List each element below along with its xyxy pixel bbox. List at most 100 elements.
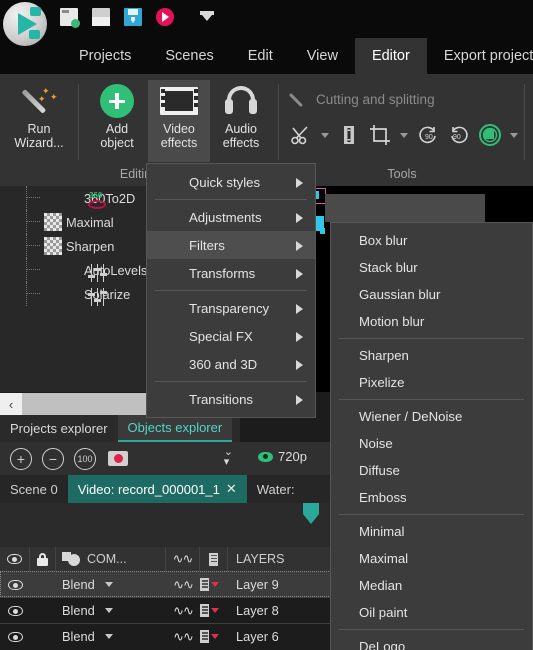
eye-icon[interactable] <box>7 631 23 642</box>
menu-separator <box>155 199 307 200</box>
scroll-left-button[interactable]: ‹ <box>0 393 22 415</box>
scene-tab-video-record[interactable]: Video: record_000001_1 ✕ <box>67 475 247 503</box>
submenu-item-oil-paint[interactable]: Oil paint <box>331 599 532 626</box>
save-project-icon[interactable] <box>124 8 142 26</box>
scissors-icon[interactable] <box>290 124 312 146</box>
menu-item-adjustments[interactable]: Adjustments <box>147 203 315 231</box>
zoom-in-button[interactable]: + <box>10 447 32 470</box>
tree-item-solarize[interactable]: Solarize <box>0 282 150 306</box>
submenu-item-emboss[interactable]: Emboss <box>331 484 532 511</box>
tab-projects[interactable]: Projects <box>62 38 148 74</box>
submenu-item-stack-blur[interactable]: Stack blur <box>331 254 532 281</box>
video-effects-label-2: effects <box>160 136 198 150</box>
waveform-icon: ∿∿ <box>172 551 194 566</box>
chevron-down-red-icon[interactable] <box>211 608 219 613</box>
add-object-button[interactable]: Add object <box>86 80 148 162</box>
tree-item-360to2d[interactable]: 360 360To2D <box>0 186 150 210</box>
submenu-item-noise[interactable]: Noise <box>331 430 532 457</box>
properties-icon[interactable] <box>200 604 209 617</box>
waveform-icon[interactable]: ∿∿ <box>173 629 194 645</box>
resolution-indicator[interactable]: 720p <box>258 449 307 464</box>
lock-icon[interactable] <box>37 552 48 566</box>
menu-item-label: Transparency <box>189 300 270 316</box>
tab-view[interactable]: View <box>290 38 355 74</box>
tree-item-sharpen[interactable]: Sharpen <box>0 234 150 258</box>
audio-effects-button[interactable]: Audio effects <box>210 80 272 162</box>
submenu-item-median[interactable]: Median <box>331 572 532 599</box>
zoom-100-button[interactable]: 100 <box>74 447 96 470</box>
chevron-down-icon[interactable] <box>104 582 113 587</box>
menu-item-filters[interactable]: Filters <box>147 231 315 259</box>
menu-item-360-and-3d[interactable]: 360 and 3D <box>147 350 315 378</box>
chevron-down-icon[interactable] <box>104 634 113 639</box>
crop-icon[interactable] <box>369 124 391 146</box>
waveform-icon[interactable]: ∿∿ <box>173 603 194 619</box>
tab-projects-explorer[interactable]: Projects explorer <box>0 415 118 442</box>
tab-editor[interactable]: Editor <box>354 38 427 74</box>
submenu-item-gaussian-blur[interactable]: Gaussian blur <box>331 281 532 308</box>
rotate-right-90-icon[interactable]: 90 <box>417 124 439 146</box>
add-object-label-1: Add <box>105 122 129 136</box>
rotate-left-90-icon[interactable]: 90 <box>448 124 470 146</box>
tab-edit[interactable]: Edit <box>231 38 290 74</box>
chevron-down-red-icon[interactable] <box>211 634 219 639</box>
cutting-and-splitting-button[interactable]: Cutting and splitting <box>288 90 435 108</box>
scene-tab-water[interactable]: Water: <box>247 475 305 503</box>
split-vertical-icon[interactable] <box>338 124 360 146</box>
submenu-separator <box>339 514 524 515</box>
properties-icon[interactable] <box>200 578 209 591</box>
playhead-marker[interactable] <box>303 503 319 525</box>
tab-export-project[interactable]: Export project <box>427 38 533 74</box>
tab-objects-explorer[interactable]: Objects explorer <box>117 415 233 442</box>
submenu-item-sharpen[interactable]: Sharpen <box>331 342 532 369</box>
snapshot-icon[interactable] <box>108 451 128 466</box>
tree-item-maximal[interactable]: Maximal <box>0 210 150 234</box>
submenu-item-wiener-denoise[interactable]: Wiener / DeNoise <box>331 403 532 430</box>
compose-column-label: COM... <box>87 552 127 566</box>
ribbon-divider-3 <box>524 84 525 160</box>
chevron-down-red-icon[interactable] <box>211 582 219 587</box>
new-project-icon[interactable] <box>60 8 80 28</box>
submenu-item-pixelize[interactable]: Pixelize <box>331 369 532 396</box>
waveform-icon[interactable]: ∿∿ <box>173 577 194 593</box>
scene-tab-scene-0[interactable]: Scene 0 <box>0 475 68 503</box>
color-correction-icon[interactable] <box>479 124 501 146</box>
menu-item-transforms[interactable]: Transforms <box>147 259 315 287</box>
menu-item-special-fx[interactable]: Special FX <box>147 322 315 350</box>
menu-item-transitions[interactable]: Transitions <box>147 385 315 413</box>
eye-icon[interactable] <box>7 579 23 590</box>
menu-item-label: Quick styles <box>189 174 261 190</box>
tree-item-autolevels[interactable]: AutoLevels <box>0 258 150 282</box>
tab-scenes[interactable]: Scenes <box>148 38 230 74</box>
menu-item-quick-styles[interactable]: Quick styles <box>147 168 315 196</box>
video-editor-window: Projects Scenes Edit View Editor Export … <box>0 0 533 650</box>
menu-item-transparency[interactable]: Transparency <box>147 294 315 322</box>
customize-toolbar-caret-icon[interactable] <box>200 10 214 24</box>
submenu-item-box-blur[interactable]: Box blur <box>331 227 532 254</box>
record-icon[interactable] <box>156 8 174 26</box>
double-chevron-down-icon[interactable]: ⌄ ▾ <box>224 447 233 468</box>
submenu-item-delogo[interactable]: DeLogo <box>331 633 532 650</box>
properties-icon[interactable] <box>200 630 209 643</box>
submenu-item-maximal[interactable]: Maximal <box>331 545 532 572</box>
close-icon[interactable]: ✕ <box>226 481 237 497</box>
eye-icon[interactable] <box>7 554 22 564</box>
submenu-item-minimal[interactable]: Minimal <box>331 518 532 545</box>
submenu-item-motion-blur[interactable]: Motion blur <box>331 308 532 335</box>
eye-icon[interactable] <box>7 605 23 616</box>
crop-dropdown-caret-icon[interactable] <box>400 132 408 138</box>
video-effects-button[interactable]: Video effects <box>148 80 210 162</box>
color-correction-dropdown-caret-icon[interactable] <box>510 132 518 138</box>
zoom-out-button[interactable]: − <box>42 447 64 470</box>
chevron-right-icon <box>296 241 303 251</box>
run-wizard-button[interactable]: ✦ ✦ ✦ Run Wizard... <box>8 80 70 162</box>
submenu-item-diffuse[interactable]: Diffuse <box>331 457 532 484</box>
scissors-dropdown-caret-icon[interactable] <box>321 132 329 138</box>
properties-icon <box>209 552 218 566</box>
object-tree: 360 360To2D Maximal Sharpen AutoLevels S… <box>0 186 150 392</box>
submenu-separator <box>339 399 524 400</box>
chevron-down-icon[interactable] <box>104 608 113 613</box>
open-project-icon[interactable] <box>92 8 110 26</box>
scene-tab-label: Video: record_000001_1 <box>77 481 220 497</box>
checker-icon <box>44 237 62 255</box>
